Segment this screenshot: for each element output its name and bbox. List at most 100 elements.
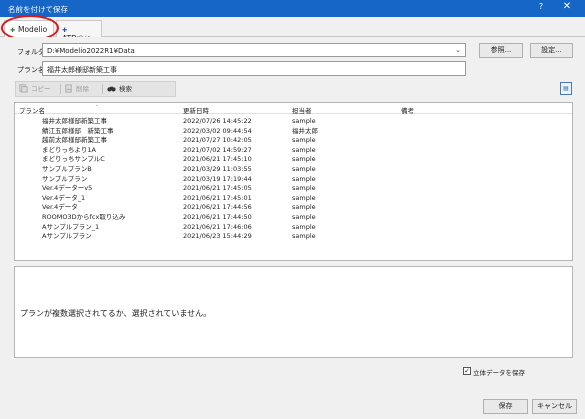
cell-date: 2021/07/27 10:42:05 xyxy=(183,136,252,145)
cell-owner: sample xyxy=(292,184,316,193)
delete-icon xyxy=(65,84,72,93)
cell-name: Ver.4データ_1 xyxy=(42,193,86,202)
cell-name: 越前太郎様邸新築工事 xyxy=(42,136,107,145)
cell-date: 2021/06/21 17:44:56 xyxy=(183,203,252,212)
cell-owner: sample xyxy=(292,213,316,221)
folder-value: D:¥Modelio2022R1¥Data xyxy=(47,47,135,55)
tab-modelio[interactable]: ✚ Modelio xyxy=(4,20,54,38)
table-row[interactable]: Ver.4データ 2021/06/21 17:44:56 sample xyxy=(15,203,572,212)
list-view-button[interactable]: ▤ xyxy=(560,82,572,95)
cell-date: 2021/06/21 17:44:50 xyxy=(183,213,252,221)
cell-owner: sample xyxy=(292,165,316,173)
cell-owner: sample xyxy=(292,145,316,154)
column-header-plan-name[interactable]: プラン名 xyxy=(19,105,45,115)
folder-label: フォルダ xyxy=(17,48,45,56)
dialog-body: フォルダ D:¥Modelio2022R1¥Data ⌄ 参照... 設定...… xyxy=(0,37,585,397)
delete-button[interactable]: 削除 xyxy=(64,82,89,96)
sort-caret-icon: ⌄ xyxy=(95,102,100,108)
dialog-footer: 保存 キャンセル xyxy=(0,397,585,419)
table-row[interactable]: サンプルプランB 2021/03/29 11:03:55 sample xyxy=(15,165,572,174)
cell-name: Ver.4データーv5 xyxy=(42,184,93,193)
plan-name-input[interactable]: 福井太郎様邸新築工事 xyxy=(42,61,466,76)
folder-select[interactable]: D:¥Modelio2022R1¥Data ⌄ xyxy=(42,43,466,57)
table-row[interactable]: 越前太郎様邸新築工事 2021/07/27 10:42:05 sample xyxy=(15,136,572,145)
cell-owner: sample xyxy=(292,222,316,231)
table-row[interactable]: Aサンプルプラン_1 2021/06/21 17:46:06 sample xyxy=(15,223,572,232)
cell-date: 2021/07/02 14:59:27 xyxy=(183,145,252,154)
copy-label: コピー xyxy=(31,85,51,93)
list-toolbar: コピー 削除 検索 xyxy=(15,81,176,97)
save-button[interactable]: 保存 xyxy=(483,399,528,414)
selection-message: プランが複数選択されてるか、選択されていません。 xyxy=(20,309,212,318)
chevron-down-icon: ⌄ xyxy=(455,46,461,54)
cell-name: Ver.4データ xyxy=(42,203,78,212)
plan-list[interactable]: プラン名 ⌄ 更新日時 担当者 備考 福井太郎様邸新築工事 2022/07/26 … xyxy=(14,102,573,261)
close-button[interactable]: ✕ xyxy=(560,1,574,12)
tab-strip: ✚Modelio ✚ATDrive xyxy=(0,17,585,43)
table-row[interactable]: ROOMO3Dからfcx取り込み 2021/06/21 17:44:50 sampl… xyxy=(15,213,572,222)
window-title: 名前を付けて保存 xyxy=(8,5,68,14)
cell-owner: 福井太郎 xyxy=(292,126,318,135)
cell-owner: sample xyxy=(292,155,316,164)
save-3d-checkbox[interactable]: ✓ xyxy=(463,367,471,375)
cell-name: ROOMO3Dからfcx取り込み xyxy=(42,213,126,221)
column-header-note[interactable]: 備考 xyxy=(401,105,414,115)
cell-date: 2021/06/21 17:45:05 xyxy=(183,184,252,193)
tab-atdrive[interactable]: ✚ATDrive xyxy=(56,20,102,43)
cell-name: まどりっちサンプルC xyxy=(42,155,105,164)
list-view-icon: ▤ xyxy=(563,85,569,92)
cell-date: 2021/06/23 15:44:29 xyxy=(183,232,252,241)
tab-label: Modelio xyxy=(18,25,48,34)
settings-button[interactable]: 設定... xyxy=(530,43,573,58)
binoculars-icon xyxy=(107,86,116,92)
table-row[interactable]: サンプルプラン 2021/03/19 17:19:44 sample xyxy=(15,175,572,184)
cell-name: サンプルプランB xyxy=(42,165,92,173)
cell-name: サンプルプラン xyxy=(42,174,88,183)
modelio-icon: ✚ xyxy=(10,27,16,34)
title-bar: 名前を付けて保存 ? ✕ xyxy=(0,0,585,17)
table-row[interactable]: 福井太郎様邸新築工事 2022/07/26 14:45:22 sample xyxy=(15,117,572,126)
cell-date: 2021/06/21 17:45:10 xyxy=(183,155,252,164)
cell-name: Aサンプルプラン xyxy=(42,232,92,241)
browse-button[interactable]: 参照... xyxy=(479,43,523,58)
cell-date: 2021/06/21 17:45:01 xyxy=(183,193,252,202)
cell-name: 福井太郎様邸新築工事 xyxy=(42,117,107,125)
cell-date: 2022/07/26 14:45:22 xyxy=(183,117,252,125)
table-row[interactable]: まどりっちより1A 2021/07/02 14:59:27 sample xyxy=(15,146,572,155)
list-header: プラン名 ⌄ 更新日時 担当者 備考 xyxy=(15,102,572,115)
column-header-owner[interactable]: 担当者 xyxy=(292,105,312,115)
atdrive-icon: ✚ xyxy=(62,27,68,34)
cell-name: Aサンプルプラン_1 xyxy=(42,222,100,231)
search-button[interactable]: 検索 xyxy=(107,82,132,96)
toolbar-divider xyxy=(60,84,61,94)
cell-date: 2021/03/19 17:19:44 xyxy=(183,174,252,183)
table-row[interactable]: Ver.4データ_1 2021/06/21 17:45:01 sample xyxy=(15,194,572,203)
plan-name-label: プラン名 xyxy=(17,66,45,74)
cell-owner: sample xyxy=(292,117,316,125)
checkmark-icon: ✓ xyxy=(464,367,470,375)
toolbar-divider xyxy=(102,84,103,94)
cell-name: 鯖江五郎様邸 新築工事 xyxy=(42,126,114,135)
cell-owner: sample xyxy=(292,136,316,145)
table-row[interactable]: Aサンプルプラン 2021/06/23 15:44:29 sample xyxy=(15,232,572,241)
help-button[interactable]: ? xyxy=(535,2,547,11)
table-row[interactable]: Ver.4データーv5 2021/06/21 17:45:05 sample xyxy=(15,184,572,193)
copy-button[interactable]: コピー xyxy=(19,82,51,96)
message-pane: プランが複数選択されてるか、選択されていません。 xyxy=(14,266,573,358)
cell-owner: sample xyxy=(292,174,316,183)
plan-name-value: 福井太郎様邸新築工事 xyxy=(47,66,117,74)
delete-label: 削除 xyxy=(76,85,89,93)
cell-name: まどりっちより1A xyxy=(42,145,96,154)
cell-date: 2022/03/02 09:44:54 xyxy=(183,126,252,135)
table-row[interactable]: 鯖江五郎様邸 新築工事 2022/03/02 09:44:54 福井太郎 xyxy=(15,127,572,136)
cell-owner: sample xyxy=(292,203,316,212)
cancel-button[interactable]: キャンセル xyxy=(532,399,577,414)
cell-owner: sample xyxy=(292,232,316,241)
search-label: 検索 xyxy=(119,85,132,93)
table-row[interactable]: まどりっちサンプルC 2021/06/21 17:45:10 sample xyxy=(15,155,572,164)
column-header-updated[interactable]: 更新日時 xyxy=(183,105,209,115)
cell-date: 2021/03/29 11:03:55 xyxy=(183,165,252,173)
cell-date: 2021/06/21 17:46:06 xyxy=(183,222,252,231)
copy-icon xyxy=(19,84,28,93)
save-3d-label: 立体データを保存 xyxy=(473,369,525,377)
